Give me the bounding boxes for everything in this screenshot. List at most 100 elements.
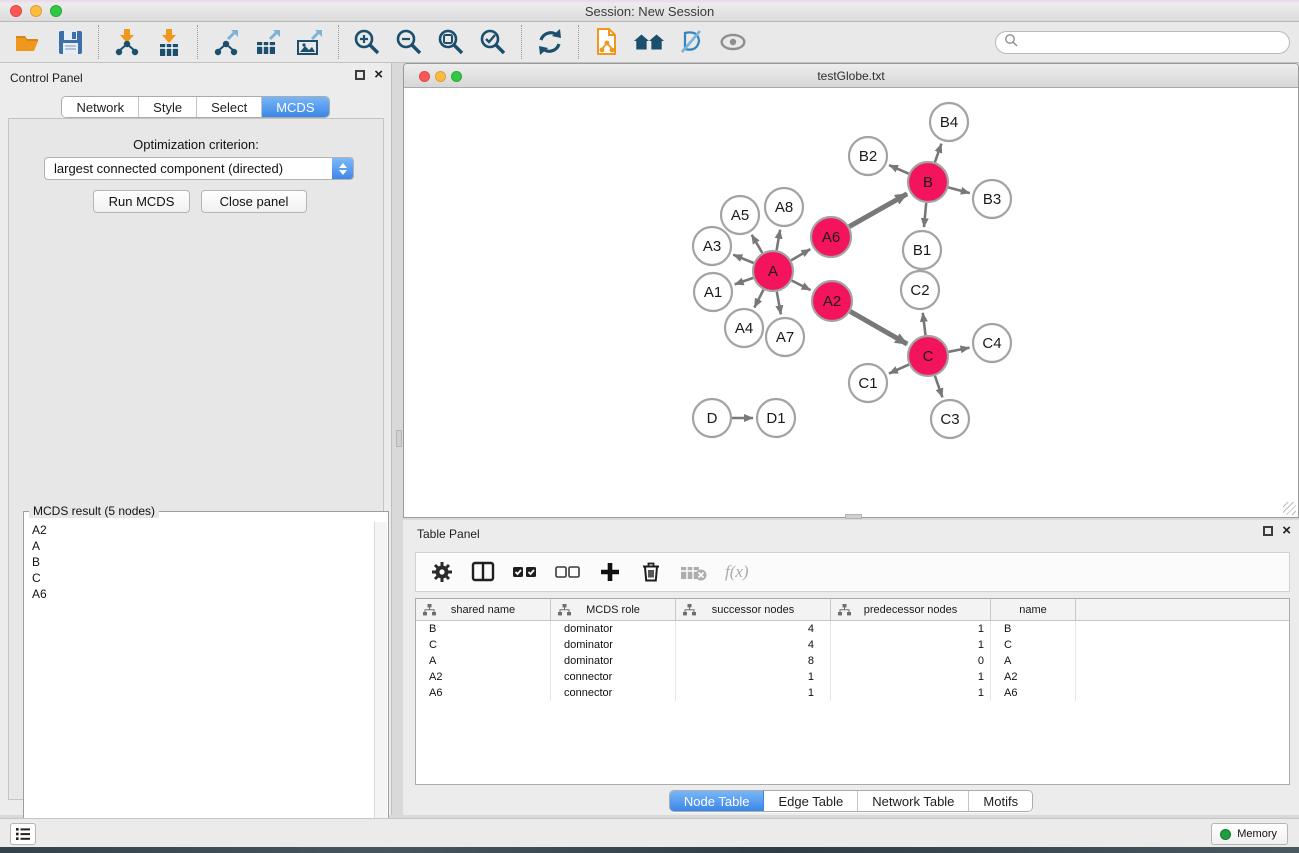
graph-node-C3[interactable]: C3 xyxy=(931,400,969,438)
run-mcds-button[interactable]: Run MCDS xyxy=(93,190,190,213)
graph-node-B2[interactable]: B2 xyxy=(849,137,887,175)
tab-network[interactable]: Network xyxy=(62,97,139,117)
cell-shared-name[interactable]: A6 xyxy=(416,685,551,701)
cell-shared-name[interactable]: B xyxy=(416,621,551,637)
graph-edge-C-C1[interactable] xyxy=(889,365,909,374)
graph-node-A8[interactable]: A8 xyxy=(765,188,803,226)
graph-node-B1[interactable]: B1 xyxy=(903,231,941,269)
eye-icon[interactable] xyxy=(717,26,749,58)
graph-edge-A-A2[interactable] xyxy=(792,281,811,291)
graph-edge-B-B3[interactable] xyxy=(948,187,970,193)
graph-node-A3[interactable]: A3 xyxy=(693,227,731,265)
home-icon[interactable] xyxy=(633,26,665,58)
zoom-in-icon[interactable] xyxy=(351,26,383,58)
column-header-successor-nodes[interactable]: successor nodes xyxy=(676,599,831,620)
search-input[interactable] xyxy=(995,31,1290,54)
column-header-predecessor-nodes[interactable]: predecessor nodes xyxy=(831,599,991,620)
zoom-fit-icon[interactable] xyxy=(435,26,467,58)
mcds-result-list[interactable]: A2ABCA6 xyxy=(25,522,374,851)
zoom-selected-icon[interactable] xyxy=(477,26,509,58)
result-list-item[interactable]: C xyxy=(25,570,374,586)
result-list-item[interactable]: B xyxy=(25,554,374,570)
graph-edge-A-A8[interactable] xyxy=(777,230,781,251)
export-table-icon[interactable] xyxy=(252,26,284,58)
tab-edge-table[interactable]: Edge Table xyxy=(764,791,858,811)
cell-name[interactable]: C xyxy=(991,637,1076,653)
result-list-item[interactable]: A2 xyxy=(25,522,374,538)
cell-MCDS-role[interactable]: dominator xyxy=(551,621,676,637)
network-canvas[interactable]: B4 B2 B B3 A5 A8 A6 A3 B1 A C2 A1 A2 xyxy=(404,88,1298,517)
graph-node-C1[interactable]: C1 xyxy=(849,364,887,402)
graph-node-D[interactable]: D xyxy=(693,399,731,437)
cell-shared-name[interactable]: C xyxy=(416,637,551,653)
criterion-dropdown[interactable]: largest connected component (directed) xyxy=(44,157,354,180)
panel-splitter-grip[interactable] xyxy=(396,430,402,447)
export-network-icon[interactable] xyxy=(210,26,242,58)
cell-successor-nodes[interactable]: 4 xyxy=(676,621,831,637)
deselect-all-icon[interactable] xyxy=(555,559,581,585)
graph-node-A2[interactable]: A2 xyxy=(812,281,852,321)
import-network-icon[interactable] xyxy=(111,26,143,58)
tab-motifs[interactable]: Motifs xyxy=(969,791,1032,811)
tab-mcds[interactable]: MCDS xyxy=(262,97,328,117)
graph-node-C4[interactable]: C4 xyxy=(973,324,1011,362)
cell-predecessor-nodes[interactable]: 1 xyxy=(831,637,991,653)
graph-edge-B-B2[interactable] xyxy=(889,165,909,174)
refresh-icon[interactable] xyxy=(534,26,566,58)
network-window-titlebar[interactable]: testGlobe.txt xyxy=(404,64,1298,88)
graph-node-B[interactable]: B xyxy=(908,162,948,202)
graph-edge-A6-B[interactable] xyxy=(849,194,907,227)
table-splitter-grip[interactable] xyxy=(845,514,862,519)
cell-MCDS-role[interactable]: connector xyxy=(551,669,676,685)
export-image-icon[interactable] xyxy=(294,26,326,58)
graph-node-A1[interactable]: A1 xyxy=(694,273,732,311)
columns-icon[interactable] xyxy=(471,559,495,585)
table-row[interactable]: A2connector11A2 xyxy=(416,669,1289,685)
cell-name[interactable]: B xyxy=(991,621,1076,637)
cell-successor-nodes[interactable]: 1 xyxy=(676,685,831,701)
column-header-MCDS-role[interactable]: MCDS role xyxy=(551,599,676,620)
graph-edge-B-B4[interactable] xyxy=(935,144,942,163)
result-list-item[interactable]: A xyxy=(25,538,374,554)
graph-edge-A-A6[interactable] xyxy=(791,249,810,260)
result-scrollbar[interactable] xyxy=(374,522,387,851)
open-folder-icon[interactable] xyxy=(12,26,44,58)
graph-node-A5[interactable]: A5 xyxy=(721,196,759,234)
graph-edge-C-C2[interactable] xyxy=(923,313,926,335)
cell-predecessor-nodes[interactable]: 0 xyxy=(831,653,991,669)
network-graph[interactable]: B4 B2 B B3 A5 A8 A6 A3 B1 A C2 A1 A2 xyxy=(404,88,1298,517)
table-row[interactable]: Adominator80A xyxy=(416,653,1289,669)
gear-icon[interactable] xyxy=(430,559,454,585)
cell-MCDS-role[interactable]: connector xyxy=(551,685,676,701)
cell-predecessor-nodes[interactable]: 1 xyxy=(831,669,991,685)
table-row[interactable]: A6connector11A6 xyxy=(416,685,1289,701)
import-table-icon[interactable] xyxy=(153,26,185,58)
cell-successor-nodes[interactable]: 1 xyxy=(676,669,831,685)
float-table-panel-icon[interactable] xyxy=(1263,526,1273,536)
graph-node-C[interactable]: C xyxy=(908,336,948,376)
cell-successor-nodes[interactable]: 8 xyxy=(676,653,831,669)
graph-node-C2[interactable]: C2 xyxy=(901,271,939,309)
task-history-button[interactable] xyxy=(10,823,36,845)
column-header-shared-name[interactable]: shared name xyxy=(416,599,551,620)
tab-style[interactable]: Style xyxy=(139,97,197,117)
table-row[interactable]: Cdominator41C xyxy=(416,637,1289,653)
table-row[interactable]: Bdominator41B xyxy=(416,621,1289,637)
style-toggle-icon[interactable] xyxy=(675,26,707,58)
tab-node-table[interactable]: Node Table xyxy=(670,791,765,811)
graph-edge-A2-C[interactable] xyxy=(850,311,907,344)
new-network-file-icon[interactable] xyxy=(591,26,623,58)
graph-node-A7[interactable]: A7 xyxy=(766,318,804,356)
cell-shared-name[interactable]: A xyxy=(416,653,551,669)
graph-edge-C-C3[interactable] xyxy=(935,376,943,398)
delete-column-icon[interactable] xyxy=(639,559,663,585)
close-panel-button[interactable]: Close panel xyxy=(201,190,307,213)
cell-name[interactable]: A2 xyxy=(991,669,1076,685)
close-panel-icon[interactable]: × xyxy=(374,70,383,80)
zoom-out-icon[interactable] xyxy=(393,26,425,58)
graph-node-B4[interactable]: B4 xyxy=(930,103,968,141)
select-all-icon[interactable] xyxy=(512,559,538,585)
graph-edge-A-A7[interactable] xyxy=(777,292,781,315)
tab-select[interactable]: Select xyxy=(197,97,262,117)
cell-name[interactable]: A xyxy=(991,653,1076,669)
